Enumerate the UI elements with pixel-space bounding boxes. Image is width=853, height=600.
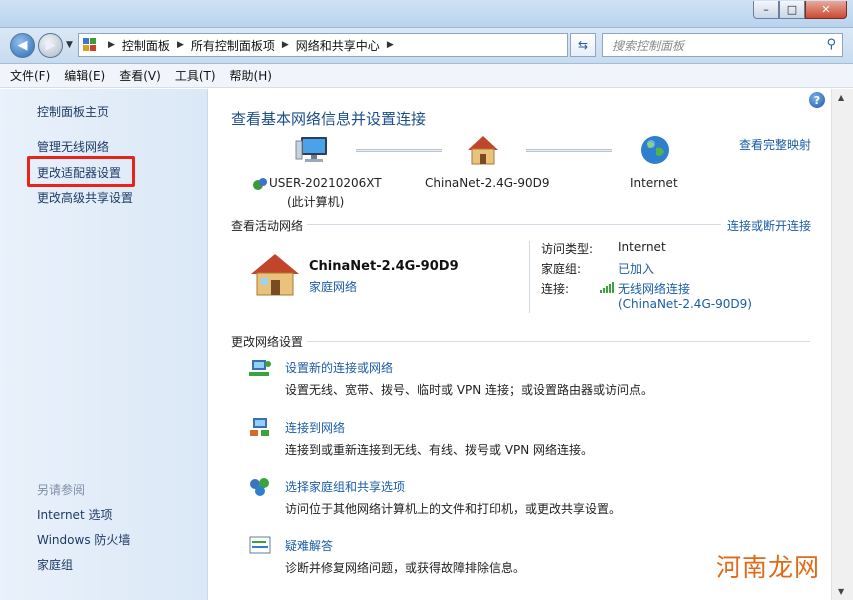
see-also-heading: 另请参阅 [37,483,86,497]
troubleshoot-icon [249,536,271,554]
arrow-right-icon: ▶ [45,38,56,53]
address-bar[interactable]: ▶ 控制面板 ▶ 所有控制面板项 ▶ 网络和共享中心 ▶ [78,33,568,57]
task-link-troubleshoot[interactable]: 疑难解答 [285,537,333,554]
sidebar-link-firewall[interactable]: Windows 防火墙 [37,531,130,548]
divider [307,224,721,225]
network-type-link[interactable]: 家庭网络 [309,278,357,295]
menu-file[interactable]: 文件(F) [10,67,50,84]
scroll-up-icon[interactable]: ▲ [838,93,844,102]
wireless-connection-ssid-link[interactable]: (ChinaNet-2.4G-90D9) [618,297,752,311]
task-desc: 诊断并修复网络问题，或获得故障排除信息。 [285,561,526,575]
access-type-value: Internet [618,240,666,254]
scroll-down-icon[interactable]: ▼ [838,587,844,596]
arrow-left-icon: ◀ [17,38,28,53]
connect-network-icon [250,418,269,436]
search-input[interactable]: 搜索控制面板 ⚲ [602,33,843,57]
connection-label: 连接: [541,282,570,296]
page-title: 查看基本网络信息并设置连接 [231,110,427,128]
computer-subtitle: (此计算机) [287,195,345,209]
control-panel-icon [83,37,101,53]
search-placeholder: 搜索控制面板 [612,38,685,53]
chevron-right-icon[interactable]: ▶ [387,40,394,50]
refresh-button[interactable]: ⇆ [570,33,596,57]
homegroup-icon [250,478,269,496]
breadcrumb: ▶ 控制面板 ▶ 所有控制面板项 ▶ 网络和共享中心 ▶ [101,37,401,54]
navigation-bar: ◀ ▶ ▼ ▶ 控制面板 ▶ 所有控制面板项 ▶ 网络和共享中心 ▶ ⇆ 搜索控… [0,28,853,64]
signal-bars-icon [600,282,614,293]
new-connection-icon [249,360,271,376]
breadcrumb-item[interactable]: 网络和共享中心 [296,37,380,54]
close-button[interactable]: ✕ [805,1,847,19]
homegroup-label: 家庭组: [541,262,582,276]
menu-bar: 文件(F) 编辑(E) 查看(V) 工具(T) 帮助(H) [0,64,853,88]
menu-edit[interactable]: 编辑(E) [64,67,105,84]
highlight-box [27,156,135,187]
maximize-button[interactable]: □ [779,1,805,19]
internet-node: Internet [630,176,678,190]
connect-disconnect-link[interactable]: 连接或断开连接 [727,217,811,234]
menu-help[interactable]: 帮助(H) [230,67,272,84]
active-network-name: ChinaNet-2.4G-90D9 [309,259,459,274]
chevron-right-icon[interactable]: ▶ [108,40,115,50]
breadcrumb-item[interactable]: 控制面板 [122,37,170,54]
network-name-node: ChinaNet-2.4G-90D9 [425,176,550,190]
connector-line [526,149,612,152]
sidebar-link-home[interactable]: 控制面板主页 [37,103,109,120]
full-map-link[interactable]: 查看完整映射 [739,136,811,153]
minimize-button[interactable]: – [753,1,779,19]
sidebar-link-advanced-sharing[interactable]: 更改高级共享设置 [37,189,133,206]
refresh-icon: ⇆ [577,38,589,52]
change-settings-title: 更改网络设置 [231,335,304,349]
help-icon[interactable]: ? [809,92,825,108]
task-link-connect[interactable]: 连接到网络 [285,419,345,436]
sidebar-link-homegroup[interactable]: 家庭组 [37,556,73,573]
task-desc: 连接到或重新连接到无线、有线、拨号或 VPN 网络连接。 [285,443,594,457]
divider [307,341,810,342]
task-link-homegroup[interactable]: 选择家庭组和共享选项 [285,478,405,495]
window-controls: – □ ✕ [753,1,847,19]
history-dropdown-icon[interactable]: ▼ [66,40,73,50]
task-desc: 访问位于其他网络计算机上的文件和打印机，或更改共享设置。 [285,502,622,516]
connector-line [356,149,442,152]
vertical-scrollbar[interactable]: ▲ ▼ [831,89,853,600]
menu-tools[interactable]: 工具(T) [175,67,216,84]
sidebar-link-internet-options[interactable]: Internet 选项 [37,506,112,523]
sidebar-link-manage-wireless[interactable]: 管理无线网络 [37,138,109,155]
globe-icon [641,136,669,164]
forward-button[interactable]: ▶ [38,33,63,58]
computer-icon [295,137,327,162]
house-icon [468,136,498,165]
access-type-label: 访问类型: [541,242,594,256]
title-bar: – □ ✕ [0,0,853,28]
task-desc: 设置无线、宽带、拨号、临时或 VPN 连接；或设置路由器或访问点。 [285,383,654,397]
task-link-new-connection[interactable]: 设置新的连接或网络 [285,359,393,376]
homegroup-link[interactable]: 已加入 [618,260,654,277]
chevron-right-icon[interactable]: ▶ [177,40,184,50]
active-networks-title: 查看活动网络 [231,219,304,233]
home-network-icon [251,254,299,296]
breadcrumb-item[interactable]: 所有控制面板项 [191,37,275,54]
network-adapter-icon [253,178,267,190]
chevron-right-icon[interactable]: ▶ [282,40,289,50]
divider-vertical [529,241,530,313]
search-icon[interactable]: ⚲ [826,37,836,52]
back-button[interactable]: ◀ [10,33,35,58]
main-panel: ? 查看基本网络信息并设置连接 查看完整映射 USER-20210206XT (… [209,89,853,600]
watermark: 河南龙网 [716,553,821,582]
computer-name: USER-20210206XT [269,176,382,190]
wireless-connection-link[interactable]: 无线网络连接 [618,280,690,297]
menu-view[interactable]: 查看(V) [119,67,161,84]
